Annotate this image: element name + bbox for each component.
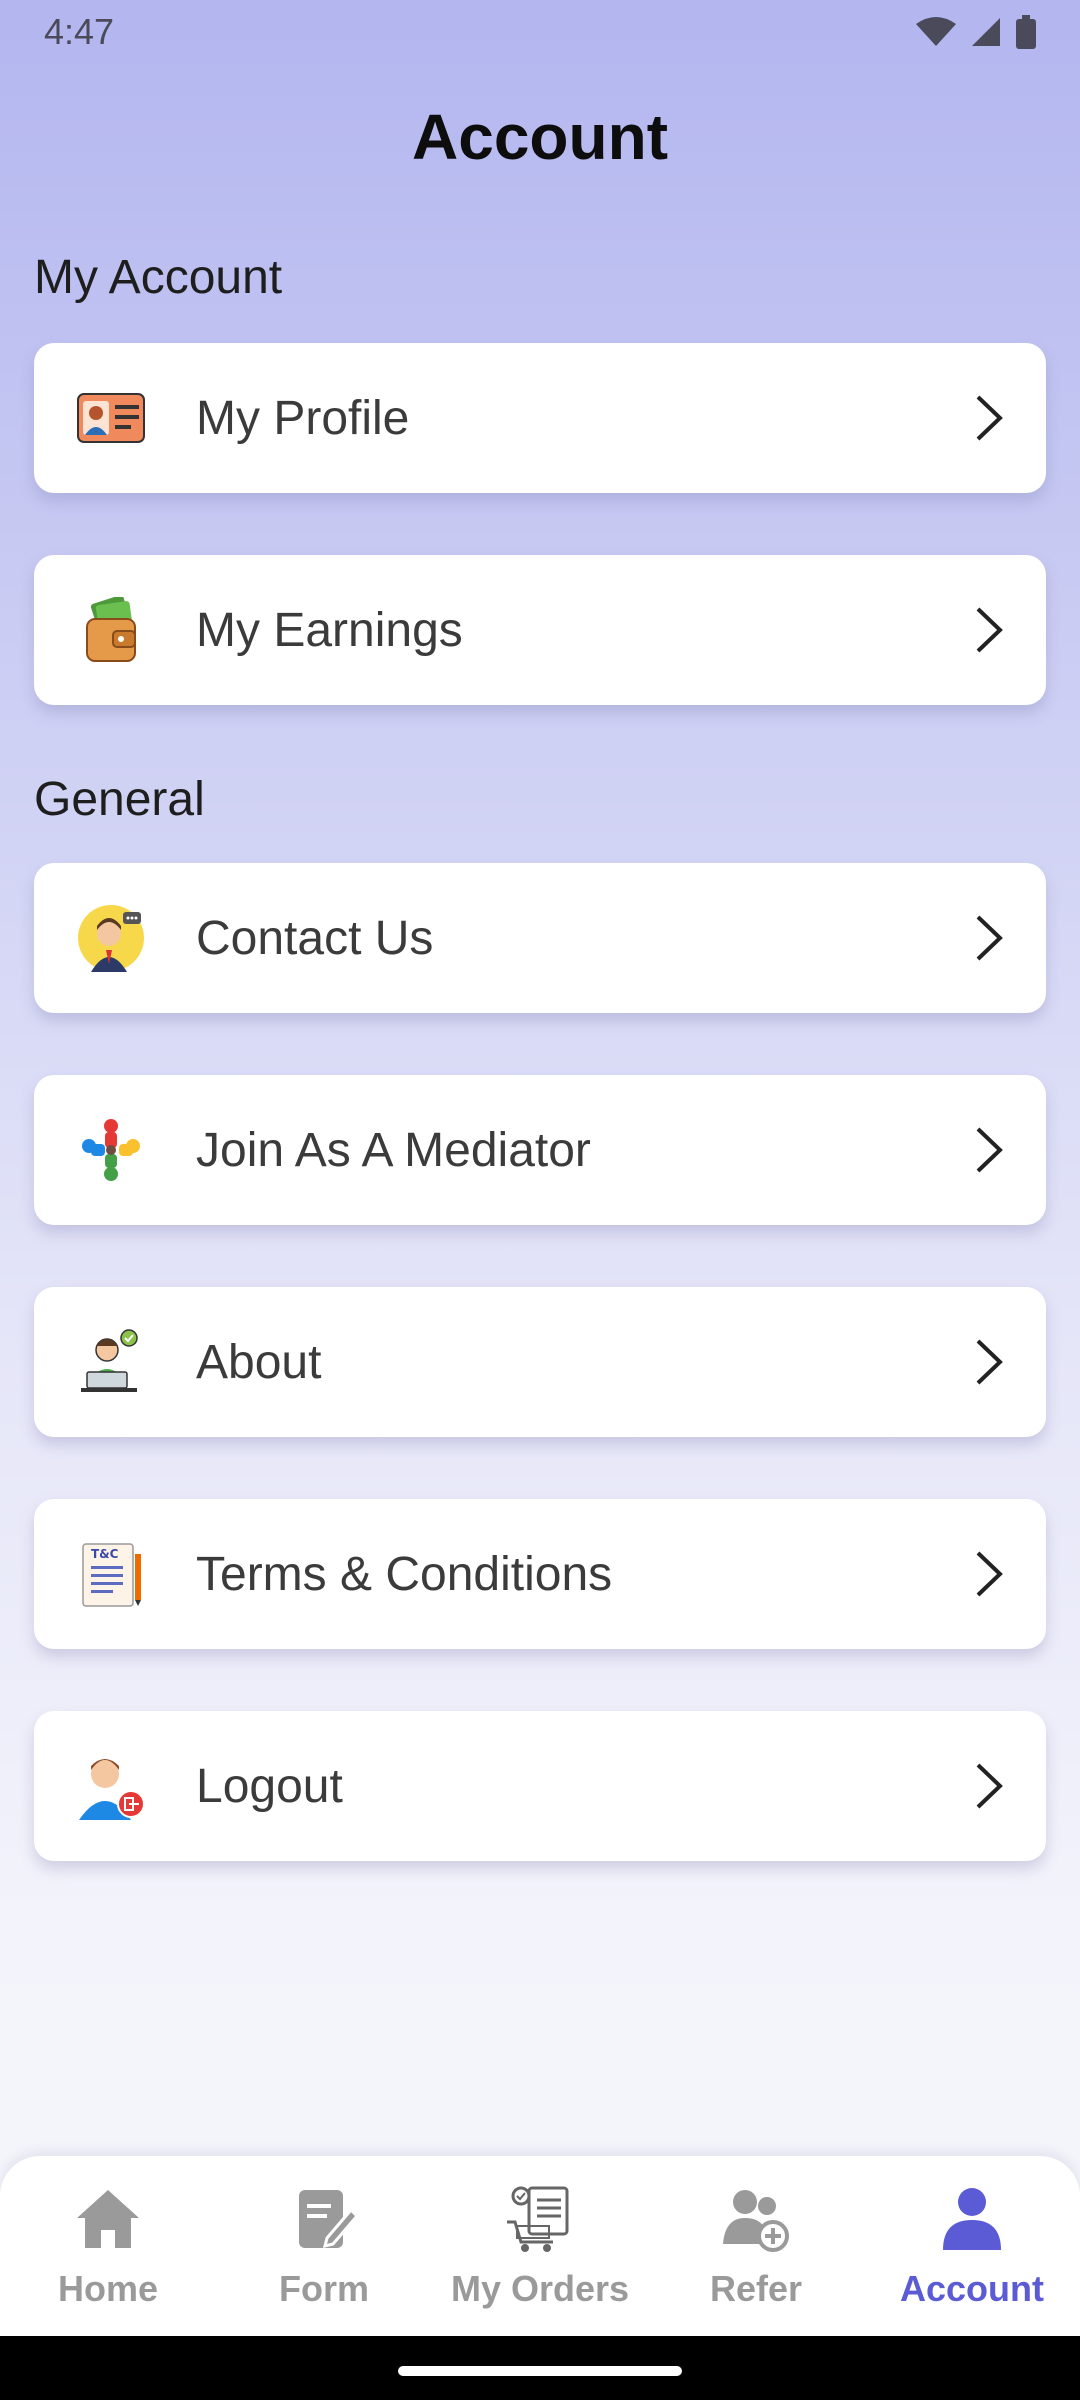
section-label-my-account: My Account [34, 251, 283, 304]
menu-item-about[interactable]: About [34, 1287, 1046, 1437]
form-edit-icon [299, 2190, 359, 2249]
page-title: Account [412, 101, 668, 173]
nav-item-form[interactable]: Form [216, 2184, 432, 2310]
bottom-nav: Home Form My Orders Refer Account [0, 2156, 1080, 2336]
status-bar: 4:47 [0, 0, 1080, 64]
cell-signal-icon [972, 18, 1000, 46]
menu-item-label: Join As A Mediator [196, 1123, 591, 1177]
support-agent-icon [76, 903, 146, 973]
account-user-icon [943, 2188, 1001, 2250]
nav-label: My Orders [450, 2268, 630, 2309]
menu-item-terms-conditions[interactable]: T&C Terms & Conditions [34, 1499, 1046, 1649]
menu-item-label: Logout [196, 1759, 343, 1813]
nav-label: Home [57, 2268, 159, 2309]
menu-item-label: My Earnings [196, 603, 463, 657]
system-gesture-bar [0, 2336, 1080, 2400]
chevron-right-icon [976, 395, 1003, 441]
battery-icon [1016, 15, 1036, 49]
menu-item-contact-us[interactable]: Contact Us [34, 863, 1046, 1013]
nav-item-account[interactable]: Account [864, 2184, 1080, 2310]
logout-user-icon [76, 1751, 146, 1821]
menu-item-label: About [196, 1335, 322, 1389]
nav-label: Form [279, 2268, 369, 2309]
chevron-right-icon [976, 915, 1003, 961]
chevron-right-icon [976, 1339, 1003, 1385]
menu-item-join-as-mediator[interactable]: Join As A Mediator [34, 1075, 1046, 1225]
developer-icon [76, 1327, 146, 1397]
chevron-right-icon [976, 1551, 1003, 1597]
menu-item-label: My Profile [196, 391, 410, 445]
chevron-right-icon [976, 1763, 1003, 1809]
refer-user-icon [723, 2190, 789, 2252]
svg-text:T&C: T&C [91, 1547, 119, 1561]
status-icons [916, 15, 1036, 49]
menu-item-my-earnings[interactable]: My Earnings [34, 555, 1046, 705]
menu-item-my-profile[interactable]: My Profile [34, 343, 1046, 493]
nav-label: Account [900, 2268, 1044, 2309]
wifi-icon [916, 17, 956, 46]
wallet-icon [76, 595, 146, 665]
home-icon [77, 2190, 139, 2248]
menu-item-label: Contact Us [196, 911, 434, 965]
orders-cart-icon [507, 2186, 569, 2252]
nav-item-home[interactable]: Home [0, 2184, 216, 2310]
nav-label: Refer [709, 2268, 803, 2309]
home-gesture-handle[interactable] [398, 2366, 682, 2376]
nav-item-refer[interactable]: Refer [648, 2184, 864, 2310]
chevron-right-icon [976, 607, 1003, 653]
menu-item-label: Terms & Conditions [196, 1547, 613, 1601]
team-icon [76, 1115, 146, 1185]
nav-item-my-orders[interactable]: My Orders [432, 2184, 648, 2310]
section-label-general: General [34, 773, 205, 826]
terms-document-icon: T&C [76, 1539, 146, 1609]
status-time: 4:47 [44, 11, 115, 52]
chevron-right-icon [976, 1127, 1003, 1173]
id-card-icon [76, 383, 146, 453]
menu-item-logout[interactable]: Logout [34, 1711, 1046, 1861]
